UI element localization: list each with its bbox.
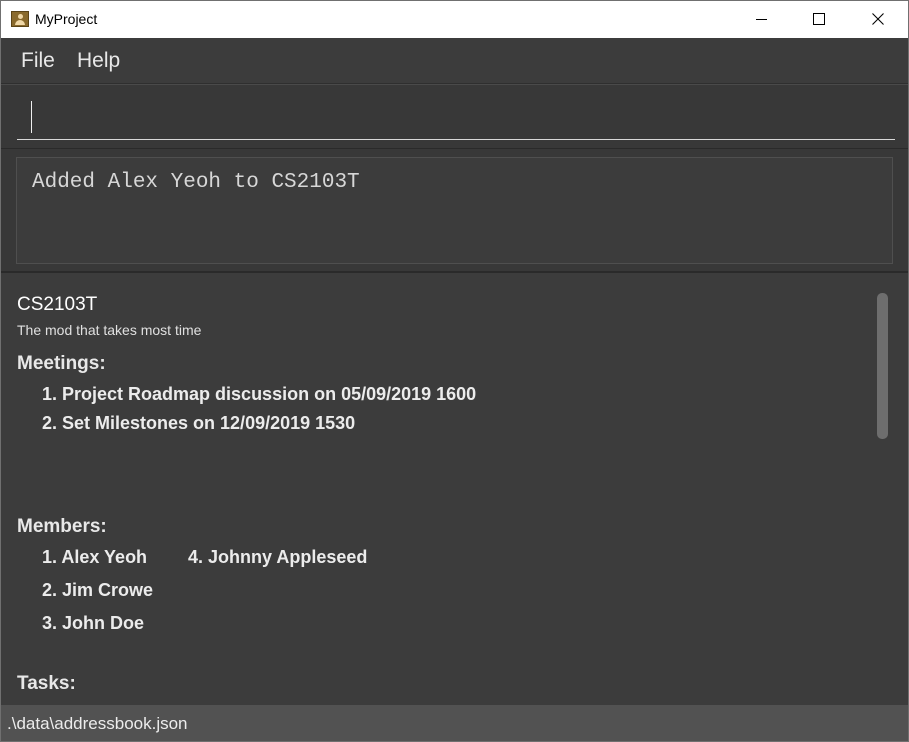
command-pane: [1, 84, 908, 150]
menu-bar: File Help: [1, 38, 908, 84]
meetings-heading: Meetings:: [17, 353, 106, 374]
result-message: Added Alex Yeoh to CS2103T: [32, 171, 360, 194]
menu-file[interactable]: File: [21, 49, 55, 73]
result-pane: Added Alex Yeoh to CS2103T: [1, 149, 908, 273]
meeting-item: 1. Project Roadmap discussion on 05/09/2…: [42, 384, 477, 404]
member-item: 2. Jim Crowe: [42, 580, 154, 600]
close-button[interactable]: [849, 1, 907, 38]
result-display[interactable]: Added Alex Yeoh to CS2103T: [16, 157, 893, 264]
address-book-icon: [11, 11, 29, 27]
project-name: CS2103T: [17, 294, 98, 315]
member-item: 4. Johnny Appleseed: [188, 547, 368, 567]
window-title: MyProject: [35, 11, 98, 27]
command-input[interactable]: [17, 95, 895, 140]
member-item: 3. John Doe: [42, 613, 145, 633]
tasks-heading: Tasks:: [17, 673, 76, 694]
close-icon: [872, 13, 884, 25]
app-window: MyProject File Help Added Alex Yeoh to C…: [0, 0, 909, 742]
save-file-path: .\data\addressbook.json: [7, 714, 188, 733]
project-detail-panel[interactable]: CS2103T The mod that takes most time Mee…: [1, 273, 908, 705]
vertical-scrollbar[interactable]: [877, 293, 888, 439]
status-bar: .\data\addressbook.json: [1, 705, 908, 741]
title-bar: MyProject: [1, 1, 908, 38]
text-caret: [31, 101, 32, 133]
menu-help[interactable]: Help: [77, 49, 120, 73]
project-description: The mod that takes most time: [17, 322, 202, 338]
members-heading: Members:: [17, 516, 107, 537]
maximize-button[interactable]: [790, 1, 848, 38]
scrollbar-thumb[interactable]: [877, 293, 888, 439]
minimize-button[interactable]: [732, 1, 790, 38]
member-item: 1. Alex Yeoh: [42, 547, 148, 567]
meeting-item: 2. Set Milestones on 12/09/2019 1530: [42, 413, 356, 433]
